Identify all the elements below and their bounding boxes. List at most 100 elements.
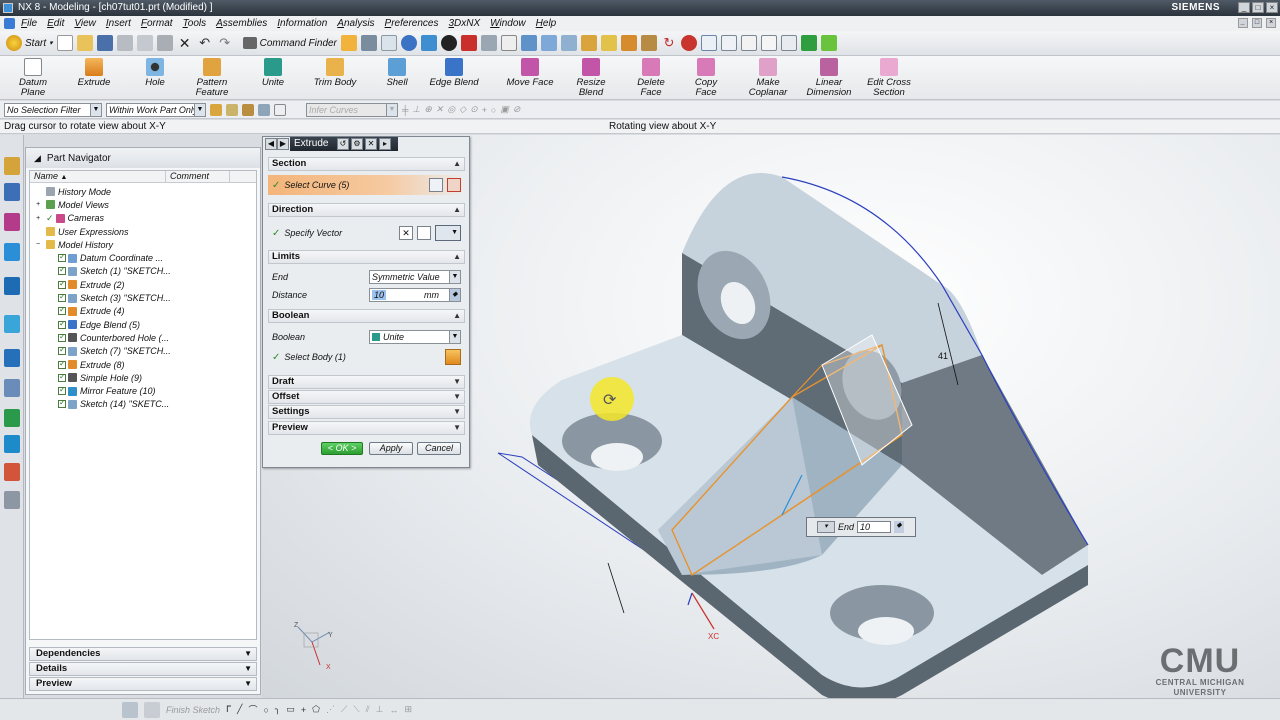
polygon-icon[interactable]: ⬠	[312, 704, 320, 715]
snap-point-icon[interactable]	[210, 103, 222, 116]
wcs-icon[interactable]	[580, 35, 597, 51]
snap-bounded-icon[interactable]: ○	[491, 105, 496, 115]
reverse-direction-icon[interactable]: ✕	[399, 226, 413, 240]
edit-cross-section-button[interactable]: Edit Cross Section	[864, 58, 914, 98]
assembly-navigator-tab[interactable]	[4, 157, 20, 175]
analysis-icon[interactable]	[640, 35, 657, 51]
visibility-checkbox[interactable]	[58, 252, 66, 263]
sketch-icon[interactable]	[122, 701, 138, 718]
menu-help[interactable]: Help	[536, 18, 557, 29]
shell-button[interactable]: Shell	[380, 58, 414, 88]
refresh-icon[interactable]: ↻	[661, 35, 677, 51]
visibility-checkbox[interactable]	[58, 345, 66, 356]
circle-icon[interactable]: ○	[263, 705, 268, 715]
snap-face-icon[interactable]: ▣	[500, 104, 509, 115]
start-button[interactable]: Start ▾	[6, 35, 53, 51]
tree-row-datum-coordinate[interactable]: Datum Coordinate ...	[30, 251, 256, 264]
dialog-settings-icon[interactable]: ⚙	[351, 138, 363, 150]
select-face-icon[interactable]	[242, 103, 254, 116]
navigator-pin-icon[interactable]: ◢	[34, 153, 41, 164]
constraint-navigator-tab[interactable]	[4, 183, 20, 201]
end-distance-handle-input[interactable]: ▾ End 10 ◆	[806, 517, 916, 537]
visibility-checkbox[interactable]	[58, 279, 66, 289]
snap-arc-icon[interactable]: ⊘	[513, 104, 521, 115]
datum-plane-button[interactable]: Datum Plane	[8, 58, 58, 98]
fit-view-icon[interactable]	[380, 35, 397, 51]
toolbar-icon-1[interactable]	[340, 35, 357, 51]
snap-point-on-curve-icon[interactable]: ⊙	[470, 104, 478, 115]
measure-icon[interactable]	[620, 35, 637, 51]
orient-icon[interactable]	[540, 35, 557, 51]
save-icon[interactable]	[96, 35, 113, 51]
extend-icon[interactable]: ⟍	[353, 704, 359, 715]
preview-panel[interactable]: Preview ▼	[29, 677, 257, 691]
web-browser-tab[interactable]	[4, 315, 20, 333]
mirror-curve-icon[interactable]: ⫽	[366, 704, 370, 715]
extrude-button[interactable]: Extrude	[72, 58, 116, 88]
part-navigator-tab[interactable]	[4, 213, 20, 231]
process-studio-tab[interactable]	[4, 409, 20, 427]
system-materials-tab[interactable]	[4, 379, 20, 397]
dialog-reset-icon[interactable]: ↺	[337, 138, 349, 150]
shaded-icon[interactable]	[440, 35, 457, 51]
toolbar-icon-2[interactable]	[360, 35, 377, 51]
ok-button[interactable]: < OK >	[321, 442, 363, 455]
finish-sketch-icon[interactable]	[144, 701, 160, 718]
vector-dialog-icon[interactable]	[417, 226, 431, 240]
profile-icon[interactable]: ᒥ	[226, 704, 231, 715]
snap-control-icon[interactable]: ⊕	[424, 104, 432, 115]
visibility-checkbox[interactable]	[58, 292, 66, 303]
select-body-icon[interactable]	[258, 103, 270, 116]
paste-icon[interactable]	[156, 35, 173, 51]
plugin-icon[interactable]	[800, 35, 817, 51]
section-view-icon[interactable]	[560, 35, 577, 51]
table-icon[interactable]	[740, 35, 757, 51]
tree-row-simple-hole-9[interactable]: Simple Hole (9)	[30, 371, 256, 384]
expand-icon[interactable]: +	[36, 215, 46, 222]
curve-rule-dropdown[interactable]: Infer Curves ▼	[306, 102, 398, 117]
visibility-checkbox[interactable]	[58, 385, 66, 396]
menu-view[interactable]: View	[74, 18, 96, 29]
trim-body-button[interactable]: Trim Body	[310, 58, 360, 88]
dimension-icon[interactable]: ↔	[389, 705, 398, 715]
zoom-icon[interactable]	[400, 35, 417, 51]
menu-assemblies[interactable]: Assemblies	[216, 18, 267, 29]
rectangle-icon[interactable]: ▭	[286, 704, 295, 715]
solid-body-icon[interactable]	[445, 349, 461, 365]
snap-quadrant-icon[interactable]: ◇	[459, 104, 466, 115]
dialog-more-icon[interactable]: ▸	[379, 138, 391, 150]
help-icon[interactable]	[820, 35, 837, 51]
maximize-button[interactable]: □	[1252, 2, 1264, 13]
doc-close-button[interactable]: ×	[1266, 18, 1276, 28]
vector-type-dropdown[interactable]: ▼	[435, 225, 461, 241]
shaded-edges-icon[interactable]	[460, 35, 477, 51]
layer-icon[interactable]	[520, 35, 537, 51]
stop-icon[interactable]	[680, 35, 697, 51]
line-icon[interactable]: ╱	[237, 704, 242, 715]
limits-group-header[interactable]: Limits ▲	[268, 250, 465, 264]
visibility-checkbox[interactable]	[58, 372, 66, 382]
drawing-icon[interactable]	[760, 35, 777, 51]
grid-icon[interactable]	[720, 35, 737, 51]
delete-icon[interactable]: ✕	[177, 35, 193, 51]
stepper-icon[interactable]: ◆	[894, 521, 905, 533]
edge-blend-button[interactable]: Edge Blend	[428, 58, 480, 88]
snap-icon[interactable]	[600, 35, 617, 51]
menu-tools[interactable]: Tools	[183, 18, 207, 29]
visibility-checkbox[interactable]	[58, 265, 66, 276]
hd3d-tools-tab[interactable]	[4, 277, 20, 295]
snap-existing-point-icon[interactable]: +	[482, 105, 487, 115]
command-finder-button[interactable]: Command Finder	[242, 37, 337, 49]
offset-group-header[interactable]: Offset ▼	[268, 390, 465, 404]
handle-type-icon[interactable]: ▾	[817, 521, 835, 533]
selection-scope-dropdown[interactable]: Within Work Part Only ▼	[106, 102, 206, 117]
tree-row-model-views[interactable]: + Model Views	[30, 198, 256, 211]
tree-row-extrude-8[interactable]: Extrude (8)	[30, 358, 256, 371]
distance-menu-icon[interactable]: ◆	[449, 289, 460, 301]
constraint-icon[interactable]: ⊥	[376, 704, 384, 715]
column-header-comment[interactable]: Comment	[166, 171, 230, 182]
copy-face-button[interactable]: Copy Face	[684, 58, 728, 98]
dialog-forward-icon[interactable]: ▶	[277, 138, 289, 150]
type-filter-dropdown[interactable]: No Selection Filter ▼	[4, 102, 102, 117]
apply-button[interactable]: Apply	[369, 442, 413, 455]
